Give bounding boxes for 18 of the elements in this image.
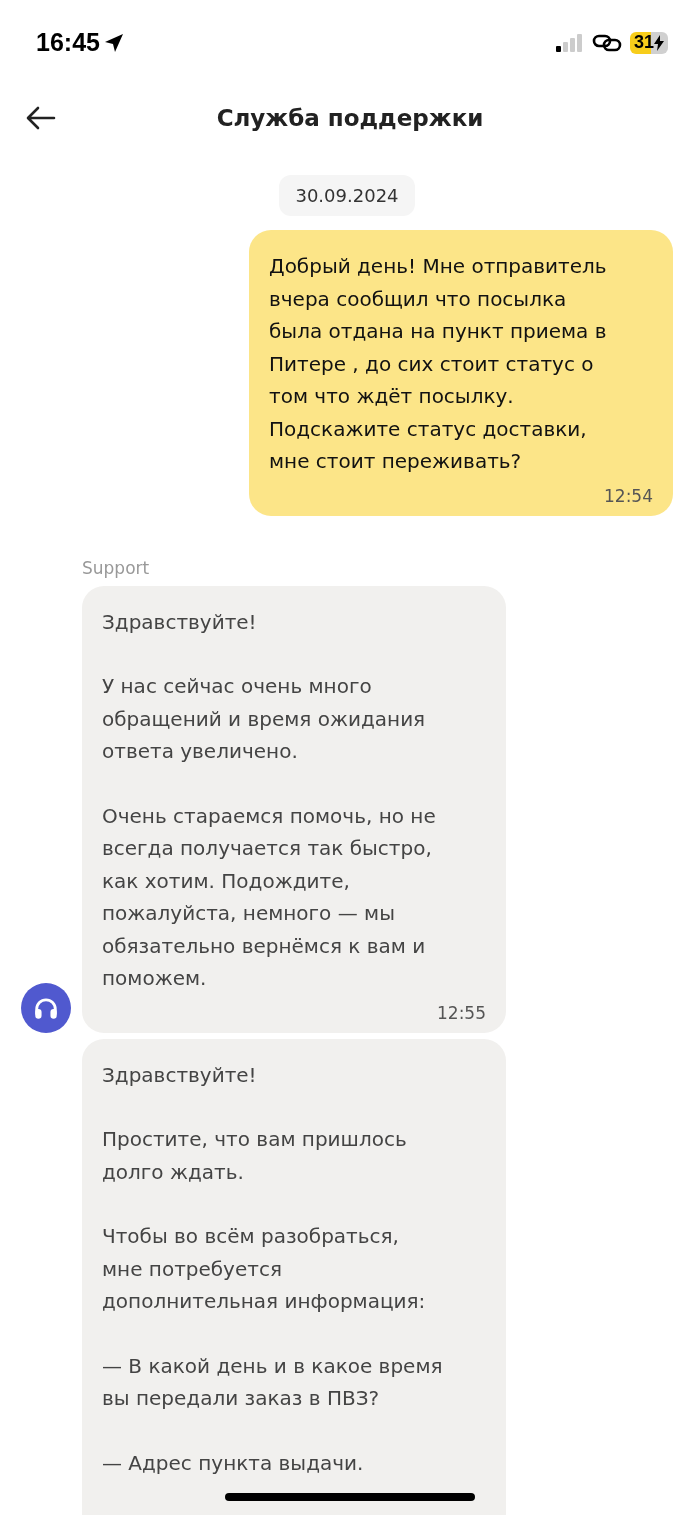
message-text: Здравствуйте! xyxy=(102,1061,258,1089)
message-time: 12:54 xyxy=(604,485,653,506)
message-text: — Адрес пункта выдачи. xyxy=(102,1449,365,1477)
signal-icon xyxy=(555,33,584,52)
location-arrow-icon xyxy=(103,32,124,53)
message-text: Очень стараемся помочь, но не всегда получается так быстро, как хотим. Подождите, пожалуйста, немного — мы обязательно вернёмся к вам и поможем. xyxy=(102,802,437,992)
message-time: 12:55 xyxy=(437,1002,486,1023)
message-text: У нас сейчас очень много обращений и время ожидания ответа увеличено. xyxy=(102,673,427,765)
message-text: Простите, что вам пришлось долго ждать. xyxy=(102,1126,408,1186)
message-text: Здравствуйте! xyxy=(102,608,258,636)
message-text: Добрый день! Мне отправитель вчера сообщил что посылка была отдана на пункт приема в Питере , до сих стоит статус о том что ждёт посылку. Подскажите статус доставки, мне стоит переживать? xyxy=(269,253,608,475)
date-label: 30.09.2024 xyxy=(279,175,415,216)
message-text: — В какой день и в какое время вы передали заказ в ПВЗ? xyxy=(102,1352,444,1412)
status-time: 16:45 xyxy=(36,28,100,57)
page-title: Служба поддержки xyxy=(215,104,485,131)
sender-name: Support xyxy=(82,557,151,578)
message-text: Чтобы во всём разобраться, мне потребуется дополнительная информация: xyxy=(102,1223,427,1315)
link-icon xyxy=(591,32,622,53)
